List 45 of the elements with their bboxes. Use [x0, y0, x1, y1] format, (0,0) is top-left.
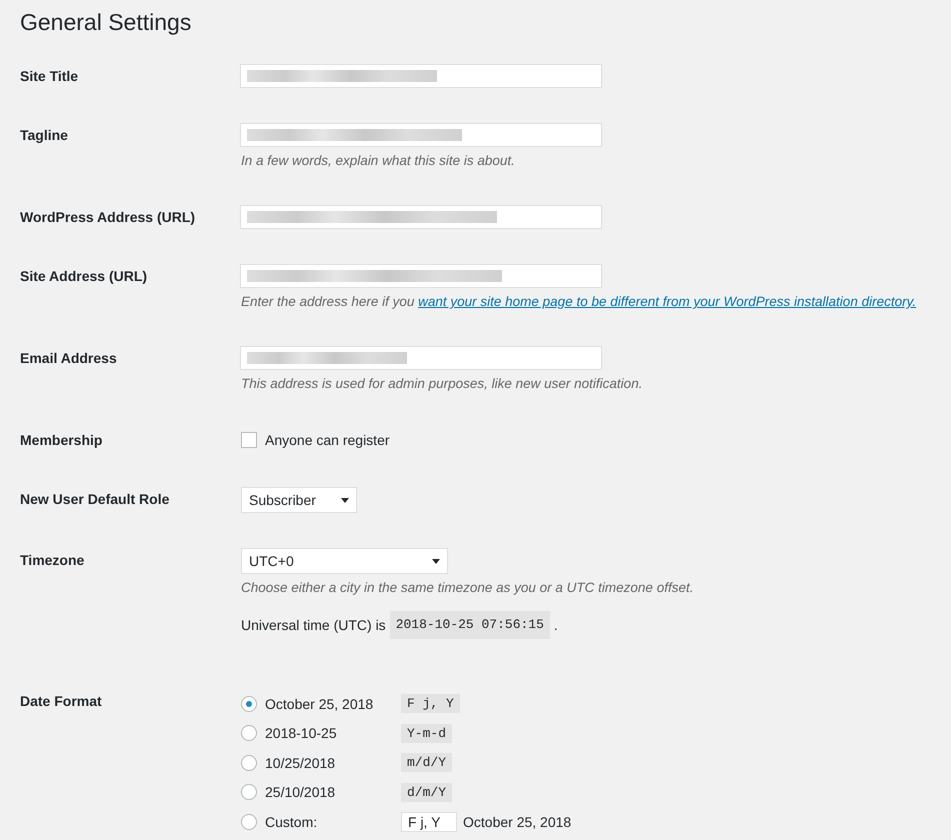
field-description: In a few words, explain what this site is about. [241, 152, 516, 170]
checkbox[interactable] [241, 432, 257, 448]
time-suffix: . [554, 616, 558, 635]
field-label: Email Address [20, 350, 117, 366]
text-field[interactable] [240, 64, 602, 88]
field-description: Choose either a city in the same timezone as you or a UTC timezone offset. [241, 579, 694, 597]
field-description: Enter the address here if you want your site home page to be different from your WordPress installation directory. [241, 293, 918, 311]
field-label: Tagline [20, 127, 68, 143]
caret-icon [432, 558, 440, 564]
dropdown[interactable]: UTC+0 [241, 548, 448, 574]
time-code: 2018-10-25 07:56:15 [390, 611, 550, 639]
checkbox-label: Anyone can register [265, 431, 390, 450]
radio-label: October 25, 2018 [265, 696, 374, 712]
help-link[interactable]: want your site home page to be different from your WordPress installation directory. [418, 294, 916, 309]
radio-label: 10/25/2018 [265, 754, 336, 771]
radio-button[interactable] [241, 754, 257, 771]
field-label: Timezone [20, 552, 84, 568]
field-label: Date Format [20, 693, 102, 709]
radio-label: Custom: [265, 814, 318, 830]
radio-label: 25/10/2018 [265, 784, 336, 800]
dropdown[interactable]: Subscriber [241, 487, 357, 513]
caret-icon [341, 498, 349, 502]
time-label: Universal time (UTC) is [241, 616, 386, 635]
field-label: New User Default Role [20, 491, 170, 507]
custom-format-field[interactable]: F j, Y [401, 812, 457, 832]
page-title: General Settings [20, 8, 192, 37]
text-field[interactable] [240, 346, 602, 370]
radio-button[interactable] [241, 784, 257, 800]
format-code: F j, Y [401, 694, 460, 714]
field-label: WordPress Address (URL) [20, 209, 196, 225]
format-code: d/m/Y [401, 782, 452, 802]
field-label: Site Address (URL) [20, 268, 148, 284]
radio-button[interactable] [241, 814, 257, 830]
format-code: Y-m-d [401, 724, 452, 743]
field-label: Site Title [20, 68, 78, 84]
field-description: This address is used for admin purposes, like new user notification. [241, 375, 644, 393]
text-field[interactable] [240, 123, 602, 147]
format-code: m/d/Y [401, 753, 452, 772]
text-field[interactable] [240, 205, 602, 229]
radio-label: 2018-10-25 [265, 725, 338, 742]
text-field[interactable] [240, 264, 602, 288]
radio-button[interactable] [241, 696, 257, 712]
format-preview: October 25, 2018 [463, 814, 572, 830]
field-label: Membership [20, 432, 102, 448]
radio-button[interactable] [241, 725, 257, 742]
